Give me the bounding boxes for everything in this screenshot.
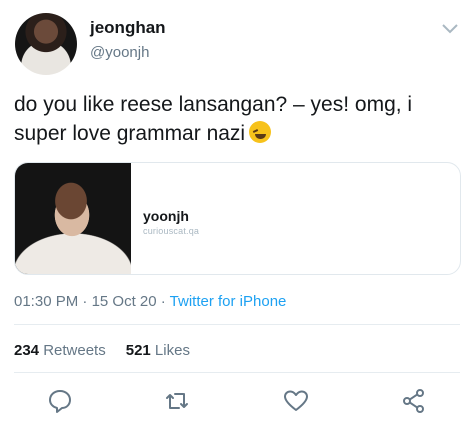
winking-face-emoji-icon — [249, 121, 272, 143]
tweet-body: do you like reese lansangan? – yes! omg,… — [14, 93, 413, 145]
tweet-stats: 234 Retweets 521 Likes — [14, 342, 190, 359]
link-card[interactable]: yoonjh curiouscat.qa — [14, 162, 461, 275]
reply-icon[interactable] — [47, 388, 73, 414]
source-link[interactable]: Twitter for iPhone — [170, 293, 287, 310]
retweets-stat[interactable]: 234 Retweets — [14, 342, 106, 359]
meta-separator: · — [156, 293, 170, 310]
retweet-icon[interactable] — [164, 388, 190, 414]
card-image — [15, 163, 131, 274]
display-name[interactable]: jeonghan — [90, 18, 166, 38]
tweet-date: 15 Oct 20 — [91, 293, 157, 310]
tweet-meta: 01:30 PM · 15 Oct 20 · Twitter for iPhon… — [14, 293, 286, 310]
avatar[interactable] — [15, 13, 77, 75]
chevron-down-icon[interactable] — [441, 22, 459, 34]
card-title: yoonjh — [143, 208, 189, 224]
like-icon[interactable] — [283, 388, 309, 414]
tweet-text: do you like reese lansangan? – yes! omg,… — [14, 90, 464, 148]
retweets-count: 234 — [14, 342, 40, 359]
divider — [14, 372, 460, 373]
retweets-label: Retweets — [39, 342, 106, 359]
user-handle[interactable]: @yoonjh — [90, 44, 149, 61]
tweet-time: 01:30 PM — [14, 293, 79, 310]
likes-label: Likes — [150, 342, 190, 359]
card-domain: curiouscat.qa — [143, 226, 200, 236]
likes-stat[interactable]: 521 Likes — [126, 342, 190, 359]
meta-separator: · — [78, 293, 92, 310]
share-icon[interactable] — [401, 388, 427, 414]
divider — [14, 324, 460, 325]
likes-count: 521 — [125, 342, 151, 359]
